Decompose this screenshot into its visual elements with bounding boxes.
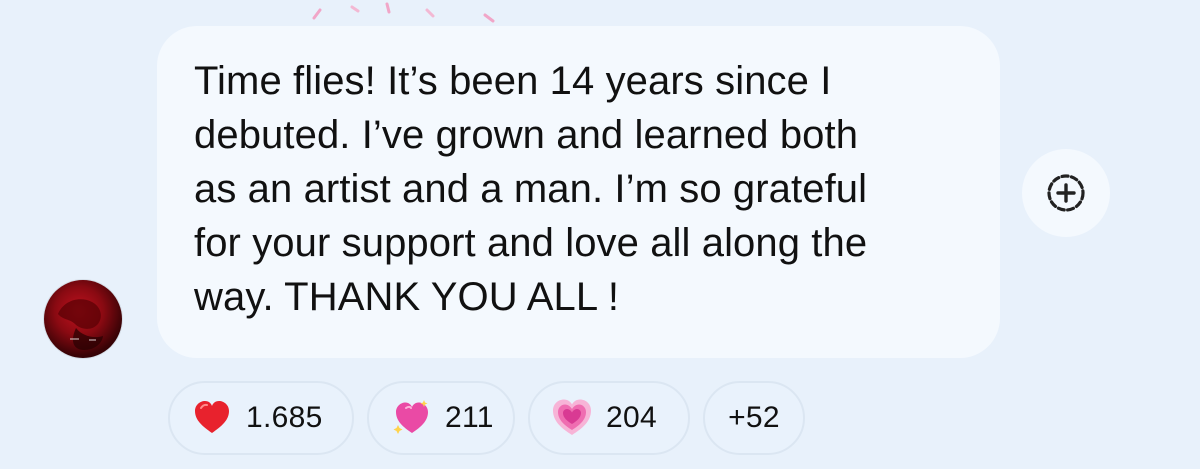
reaction-count: 211 (445, 401, 494, 434)
confetti-decoration (312, 2, 495, 23)
reaction-bar: 1.685 211 204 +52 (168, 381, 805, 455)
profile-photo (58, 299, 103, 350)
sparkling-heart-icon (393, 400, 428, 434)
add-reaction-button[interactable] (1022, 149, 1110, 237)
reaction-red-heart[interactable]: 1.685 (168, 381, 354, 455)
more-reactions-button[interactable]: +52 (703, 381, 805, 455)
reaction-count: 1.685 (246, 401, 323, 434)
reaction-growing-heart[interactable]: 204 (528, 381, 690, 455)
message-bubble: Time flies! It’s been 14 years since I d… (157, 26, 1000, 358)
avatar[interactable] (44, 280, 122, 358)
more-reactions-count: +52 (728, 401, 780, 434)
reaction-sparkling-heart[interactable]: 211 (367, 381, 515, 455)
growing-heart-icon (553, 399, 591, 435)
add-reaction-icon (1047, 174, 1085, 212)
message-text: Time flies! It’s been 14 years since I d… (194, 59, 868, 319)
red-heart-icon (195, 401, 229, 433)
reaction-count: 204 (606, 401, 657, 434)
